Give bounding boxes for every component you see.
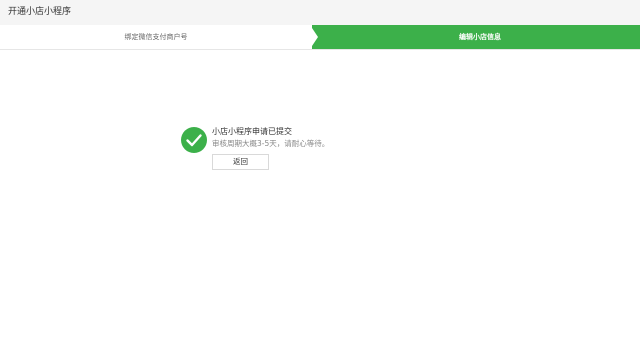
result-description: 审核周期大概3-5天，请耐心等待。	[212, 139, 330, 148]
step-bind-wechat-pay: 绑定微信支付商户号	[0, 25, 312, 49]
check-circle-icon	[181, 127, 207, 153]
step-progress-bar: 绑定微信支付商户号 编辑小店信息	[0, 25, 640, 50]
page-title: 开通小店小程序	[8, 7, 72, 17]
submission-result: 小店小程序申请已提交 审核周期大概3-5天，请耐心等待。 返回	[181, 125, 381, 175]
result-title: 小店小程序申请已提交	[212, 127, 292, 136]
back-button[interactable]: 返回	[212, 154, 269, 170]
page-header: 开通小店小程序	[0, 0, 640, 25]
page: 开通小店小程序 绑定微信支付商户号 编辑小店信息 小店小程序申请已提交 审核周期…	[0, 0, 640, 363]
step-edit-shop-info: 编辑小店信息	[459, 33, 501, 41]
